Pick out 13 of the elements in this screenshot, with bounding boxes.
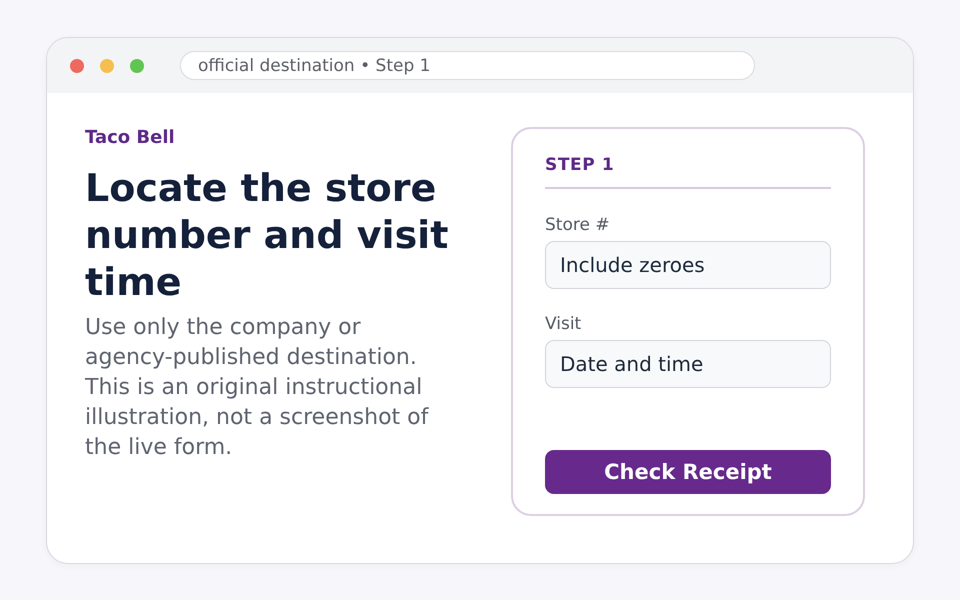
window-control-icon[interactable]: [130, 58, 144, 72]
field-label: Visit: [545, 315, 582, 333]
check-receipt-button[interactable]: Check Receipt: [545, 450, 831, 494]
heading: Locate the store number and visit time: [85, 165, 450, 306]
address-bar[interactable]: official destination • Step 1: [180, 51, 755, 80]
window-control-icon[interactable]: [100, 58, 114, 72]
input-field[interactable]: Date and time: [545, 340, 831, 388]
input-field[interactable]: Include zeroes: [545, 241, 831, 289]
field-label: Store #: [545, 216, 611, 234]
window-control-icon[interactable]: [70, 58, 84, 72]
step-title: STEP 1: [545, 155, 831, 189]
brand-name: Taco Bell: [85, 126, 176, 150]
description: Use only the company or agency-published destination. This is an original instructional illustration, not a screenshot of the live form.: [85, 314, 430, 462]
